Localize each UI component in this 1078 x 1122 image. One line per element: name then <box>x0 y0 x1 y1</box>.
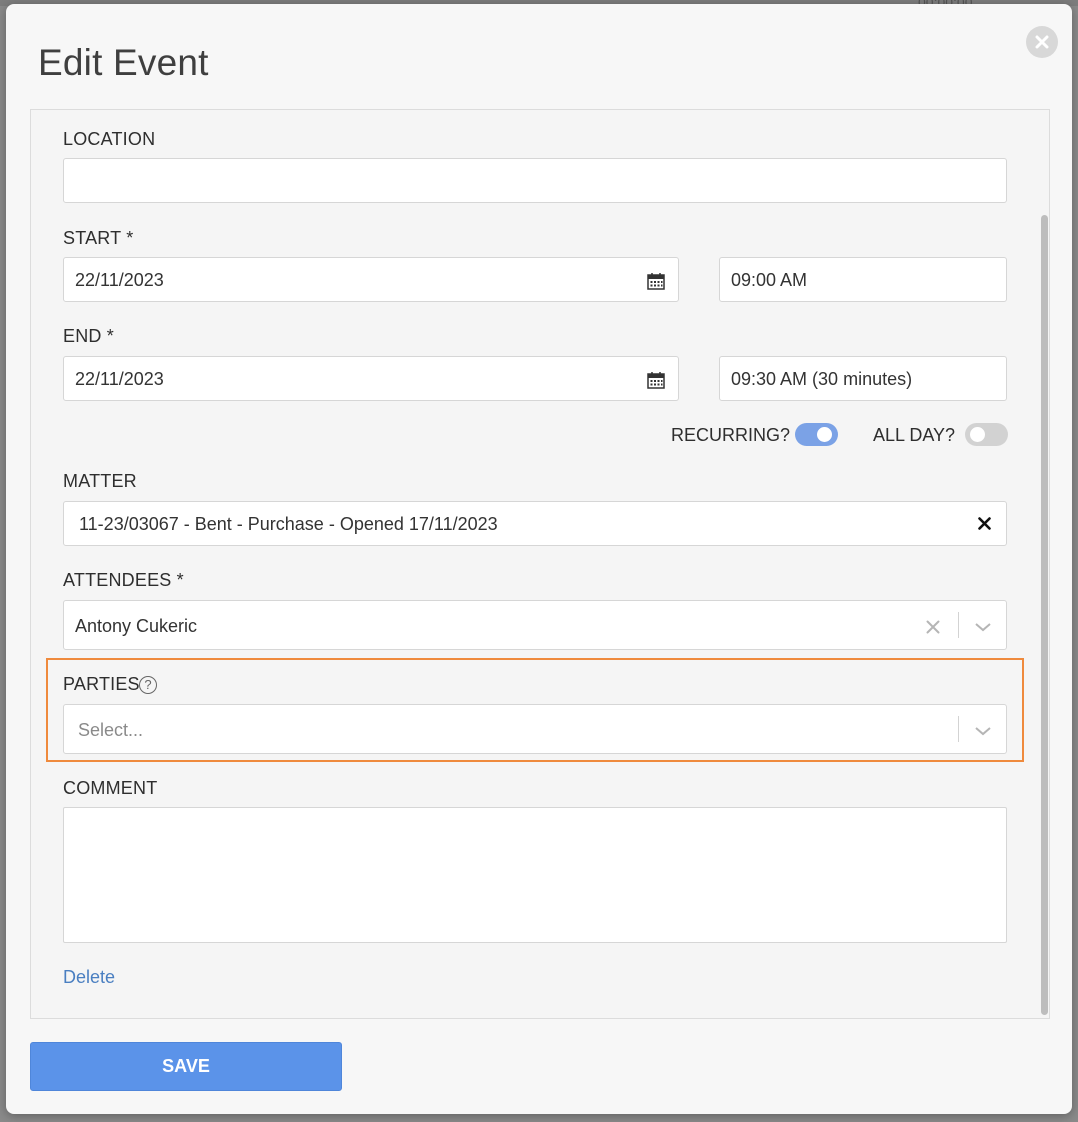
matter-value: 11-23/03067 - Bent - Purchase - Opened 1… <box>79 514 498 534</box>
end-time-input[interactable]: 09:30 AM (30 minutes) <box>719 356 1007 401</box>
end-time-value: 09:30 AM (30 minutes) <box>731 369 913 389</box>
matter-label: MATTER <box>63 471 137 491</box>
chevron-down-icon[interactable] <box>974 618 992 639</box>
start-label: START * <box>63 228 134 248</box>
matter-input[interactable]: 11-23/03067 - Bent - Purchase - Opened 1… <box>63 501 1007 546</box>
location-label: LOCATION <box>63 129 156 149</box>
calendar-icon[interactable] <box>647 272 665 295</box>
close-icon[interactable] <box>1026 26 1058 58</box>
start-time-input[interactable]: 09:00 AM <box>719 257 1007 302</box>
attendees-value: Antony Cukeric <box>75 616 198 636</box>
highlight-annotation <box>46 658 1024 762</box>
start-date-value: 22/11/2023 <box>75 270 164 290</box>
start-time-value: 09:00 AM <box>731 270 808 290</box>
form-body: LOCATION START * 22/11/2023 09:00 AM END… <box>30 109 1050 1019</box>
edit-event-modal: Edit Event LOCATION START * 22/11/2023 0… <box>6 4 1072 1114</box>
modal-title: Edit Event <box>38 42 209 83</box>
location-input[interactable] <box>63 158 1007 203</box>
calendar-icon[interactable] <box>647 371 665 394</box>
recurring-toggle[interactable] <box>795 423 838 446</box>
x-icon[interactable] <box>978 512 991 536</box>
all-day-toggle[interactable] <box>965 423 1008 446</box>
select-separator <box>958 612 959 638</box>
scrollbar[interactable] <box>1041 215 1048 1015</box>
clear-icon[interactable] <box>926 618 940 639</box>
delete-link[interactable]: Delete <box>63 967 115 988</box>
recurring-label: RECURRING? <box>671 425 791 445</box>
toggle-knob <box>817 427 832 442</box>
comment-textarea[interactable] <box>63 807 1007 943</box>
attendees-label: ATTENDEES * <box>63 570 184 590</box>
end-label: END * <box>63 326 115 346</box>
end-date-value: 22/11/2023 <box>75 369 164 389</box>
toggle-knob <box>970 427 985 442</box>
start-date-input[interactable]: 22/11/2023 <box>63 257 679 302</box>
comment-label: COMMENT <box>63 778 158 798</box>
all-day-label: ALL DAY? <box>873 425 956 445</box>
end-date-input[interactable]: 22/11/2023 <box>63 356 679 401</box>
save-button[interactable]: SAVE <box>30 1042 342 1091</box>
attendees-select[interactable]: Antony Cukeric <box>63 600 1007 650</box>
